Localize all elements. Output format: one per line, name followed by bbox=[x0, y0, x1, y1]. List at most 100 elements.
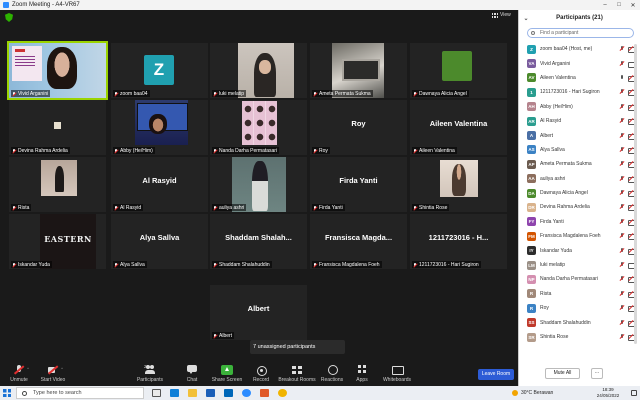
participant-row[interactable]: R Rista bbox=[519, 287, 634, 301]
muted-microphone-icon[interactable] bbox=[619, 233, 625, 239]
unassigned-participants-notice[interactable]: 7 unassigned participants bbox=[250, 340, 345, 354]
video-tile[interactable]: Nanda Darha Permatasari bbox=[210, 100, 307, 155]
video-tile[interactable]: 1211723016 - H... 1211723016 - Hari Sugir… bbox=[410, 214, 507, 269]
video-tile[interactable]: luki melatip bbox=[210, 43, 307, 98]
windows-start-icon[interactable] bbox=[3, 389, 11, 397]
find-participant-input[interactable]: Find a participant bbox=[527, 28, 634, 38]
close-window-button[interactable]: ✕ bbox=[626, 2, 640, 9]
video-options-caret[interactable]: ^ bbox=[61, 366, 63, 371]
video-tile[interactable]: Alya Sallva Alya Sallva bbox=[111, 214, 208, 269]
store-icon[interactable] bbox=[206, 389, 215, 397]
muted-microphone-icon[interactable] bbox=[619, 46, 625, 52]
muted-microphone-icon[interactable] bbox=[619, 218, 625, 225]
minimize-button[interactable]: – bbox=[598, 2, 612, 8]
video-tile[interactable]: Dawnaya Alicia Angel bbox=[410, 43, 507, 98]
chat-button[interactable]: Chat bbox=[175, 365, 209, 383]
participant-row[interactable]: AS Alya Sallva bbox=[519, 143, 634, 157]
video-tile[interactable]: Aileen Valentina Aileen Valentina bbox=[410, 100, 507, 155]
participant-row[interactable]: AA auliya ashri bbox=[519, 172, 634, 186]
participant-row[interactable]: LM luki melatip bbox=[519, 258, 634, 272]
whiteboards-button[interactable]: Whiteboards bbox=[378, 365, 416, 383]
office-icon[interactable] bbox=[260, 389, 269, 397]
muted-microphone-icon[interactable] bbox=[619, 204, 625, 210]
taskbar-clock[interactable]: 18:39 24/05/2022 bbox=[588, 387, 628, 399]
participant-row[interactable]: SS Shaddam Shalahuddin bbox=[519, 315, 634, 329]
participants-button[interactable]: 21 Participants bbox=[133, 364, 167, 383]
video-tile[interactable]: Ameta Permata Sukma bbox=[310, 43, 407, 98]
muted-microphone-icon[interactable] bbox=[619, 319, 625, 326]
muted-microphone-icon[interactable] bbox=[619, 190, 625, 196]
audio-options-caret[interactable]: ^ bbox=[27, 366, 29, 371]
view-button[interactable]: View bbox=[492, 12, 511, 18]
apps-button[interactable]: Apps bbox=[345, 365, 379, 383]
participant-row[interactable]: IY Iskandar Yuda bbox=[519, 243, 634, 257]
participant-row[interactable]: AR Al Rasyid bbox=[519, 114, 634, 128]
mail-icon[interactable] bbox=[224, 389, 233, 397]
participant-row[interactable]: SR Shintia Rose bbox=[519, 330, 634, 344]
video-tile[interactable]: Devina Rahma Ardelia bbox=[9, 100, 106, 155]
muted-microphone-icon[interactable] bbox=[619, 60, 625, 67]
muted-microphone-icon[interactable] bbox=[619, 89, 625, 95]
participant-row[interactable]: Zzoom baa04 (Host, me) bbox=[519, 42, 634, 56]
taskbar-search-box[interactable]: Type here to search bbox=[16, 387, 144, 399]
muted-microphone-icon[interactable] bbox=[619, 290, 625, 297]
record-button[interactable]: Record bbox=[244, 365, 278, 383]
security-shield-icon[interactable] bbox=[5, 13, 13, 22]
muted-microphone-icon[interactable] bbox=[619, 132, 625, 139]
video-tile[interactable]: EASTERN Iskandar Yuda bbox=[9, 214, 106, 269]
microphone-icon[interactable] bbox=[619, 74, 625, 81]
mute-all-button[interactable]: Mute All bbox=[545, 368, 580, 379]
task-view-icon[interactable] bbox=[152, 389, 161, 397]
muted-microphone-icon[interactable] bbox=[619, 146, 625, 153]
more-options-button[interactable]: ... bbox=[591, 368, 603, 379]
unmute-button[interactable]: ^ Unmute bbox=[2, 365, 36, 383]
start-video-button[interactable]: ^ Start Video bbox=[36, 365, 70, 383]
muted-microphone-icon[interactable] bbox=[619, 305, 625, 311]
reactions-button[interactable]: Reactions bbox=[315, 365, 349, 383]
share-screen-button[interactable]: Share Screen bbox=[210, 365, 244, 383]
muted-microphone-icon[interactable] bbox=[619, 276, 625, 282]
video-tile[interactable]: Abby (He/Him) bbox=[111, 100, 208, 155]
video-tile[interactable]: Roy Roy bbox=[310, 100, 407, 155]
participant-row[interactable]: FY Firda Yanti bbox=[519, 215, 634, 229]
participant-row[interactable]: AV Aileen Valentina bbox=[519, 71, 634, 85]
muted-microphone-icon[interactable] bbox=[619, 262, 625, 268]
muted-microphone-icon[interactable] bbox=[619, 103, 625, 110]
muted-microphone-icon[interactable] bbox=[619, 247, 625, 254]
participant-row[interactable]: 1 1211723016 - Hari Sugiron bbox=[519, 85, 634, 99]
video-tile[interactable]: Fransisca Magda... Fransisca Magdalena Fo… bbox=[310, 214, 407, 269]
video-tile[interactable]: Vivid Arganini bbox=[7, 41, 108, 100]
collapse-chevron-icon[interactable]: ⌄ bbox=[519, 15, 533, 22]
breakout-rooms-button[interactable]: Breakout Rooms bbox=[277, 365, 317, 383]
edge-browser-icon[interactable] bbox=[170, 389, 179, 397]
video-tile[interactable]: Albert Albert bbox=[210, 285, 307, 340]
participant-row[interactable]: FM Fransisca Magdalena Foeh bbox=[519, 229, 634, 243]
muted-microphone-icon[interactable] bbox=[619, 161, 625, 167]
participant-row[interactable]: R Roy bbox=[519, 301, 634, 315]
muted-microphone-icon[interactable] bbox=[619, 118, 625, 124]
muted-microphone-icon[interactable] bbox=[619, 175, 625, 182]
video-tile[interactable]: Zzoom baa04 bbox=[111, 43, 208, 98]
chrome-icon[interactable] bbox=[278, 389, 287, 397]
video-tile[interactable]: Shintia Rose bbox=[410, 157, 507, 212]
participant-row[interactable]: A Albert bbox=[519, 128, 634, 142]
zoom-taskbar-icon[interactable] bbox=[242, 389, 251, 397]
video-tile[interactable]: auliya ashri bbox=[210, 157, 307, 212]
video-tile[interactable]: Al Rasyid Al Rasyid bbox=[111, 157, 208, 212]
participant-row[interactable]: DA Dawnaya Alicia Angel bbox=[519, 186, 634, 200]
video-tile[interactable]: Shaddam Shalah... Shaddam Shalahuddin bbox=[210, 214, 307, 269]
maximize-button[interactable]: □ bbox=[612, 2, 626, 8]
weather-text[interactable]: 30°C Berawan bbox=[521, 390, 553, 396]
participant-row[interactable]: AH Abby (He/Him) bbox=[519, 100, 634, 114]
participant-list-scrollbar[interactable] bbox=[634, 44, 637, 344]
video-tile[interactable]: Rista bbox=[9, 157, 106, 212]
participant-row[interactable]: VA Vivid Arganini bbox=[519, 56, 634, 70]
muted-microphone-icon[interactable] bbox=[619, 334, 625, 340]
leave-room-button[interactable]: Leave Room bbox=[478, 369, 514, 380]
participant-row[interactable]: AP Ameta Permata Sukma bbox=[519, 157, 634, 171]
notifications-icon[interactable] bbox=[631, 390, 637, 396]
participant-row[interactable]: NP Nanda Darha Permatasari bbox=[519, 272, 634, 286]
participant-row[interactable]: DR Devina Rahma Ardelia bbox=[519, 200, 634, 214]
video-tile[interactable]: Firda Yanti Firda Yanti bbox=[310, 157, 407, 212]
file-explorer-icon[interactable] bbox=[188, 389, 197, 397]
